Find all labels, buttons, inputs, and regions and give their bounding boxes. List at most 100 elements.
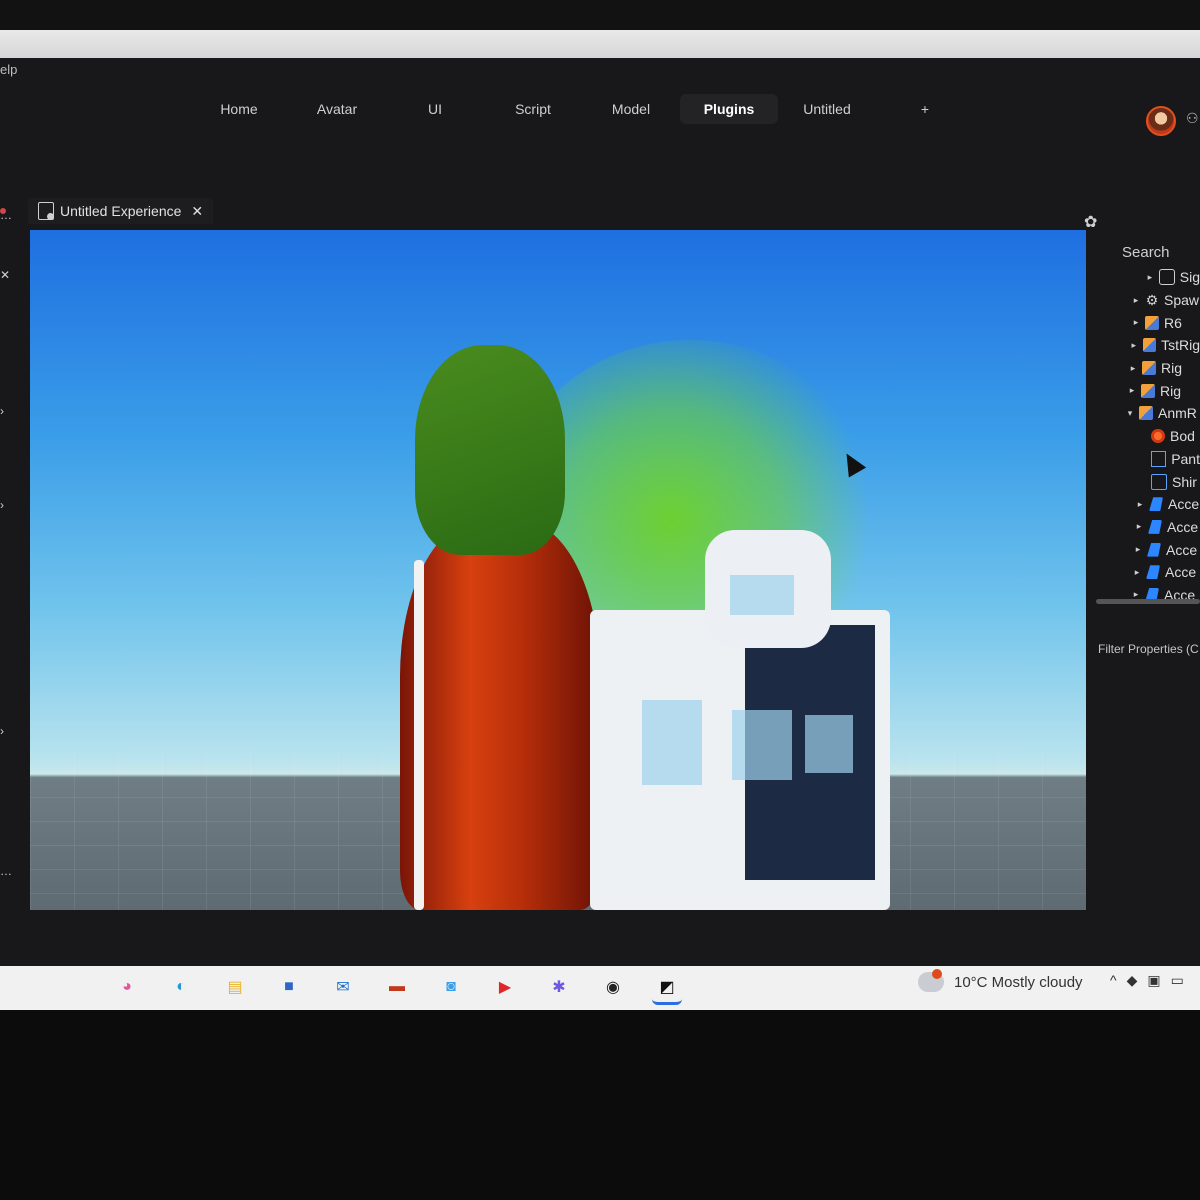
obs-icon[interactable]: ◉ bbox=[598, 972, 628, 1002]
gear-icon: ⚙ bbox=[1145, 292, 1159, 309]
rig-pocket bbox=[805, 715, 853, 773]
network-icon[interactable]: ▭ bbox=[1171, 972, 1184, 989]
tree-item[interactable]: ▸ Acce bbox=[1096, 516, 1200, 539]
tree-item-label: Spaw bbox=[1164, 292, 1200, 309]
add-tab-button[interactable]: + bbox=[876, 94, 974, 124]
chevron-right-icon[interactable]: ▸ bbox=[1132, 544, 1144, 555]
body-colors-icon bbox=[1151, 429, 1165, 444]
3d-viewport[interactable] bbox=[30, 230, 1086, 910]
tab-untitled[interactable]: Untitled bbox=[778, 94, 876, 124]
left-rail: … ✕ › › › … bbox=[0, 128, 20, 968]
tree-item-label: Acce bbox=[1166, 541, 1198, 558]
filter-properties-input[interactable]: Filter Properties (C bbox=[1098, 642, 1199, 656]
tree-item-label: Bod bbox=[1170, 428, 1195, 445]
tree-item[interactable]: ▸ R6 bbox=[1096, 311, 1200, 334]
user-avatar[interactable] bbox=[1146, 106, 1176, 136]
chevron-right-icon[interactable]: ▸ bbox=[1134, 499, 1146, 510]
tree-item-label: Acce bbox=[1165, 564, 1197, 581]
chevron-right-icon[interactable]: ▸ bbox=[1133, 521, 1145, 532]
copilot-icon[interactable]: ◕ bbox=[112, 972, 142, 1002]
tree-item[interactable]: ▸ Acce bbox=[1096, 538, 1200, 561]
roblox-studio-icon[interactable]: ◩ bbox=[652, 972, 682, 1005]
chevron-up-icon[interactable]: ^ bbox=[1110, 972, 1117, 989]
tree-item-label: Acce bbox=[1168, 496, 1200, 513]
edge-icon[interactable]: ◐ bbox=[166, 972, 196, 1002]
viewport-settings-icon[interactable]: ✿ bbox=[1084, 212, 1097, 232]
rig-face bbox=[730, 575, 794, 615]
close-tab-icon[interactable]: ✕ bbox=[191, 203, 203, 220]
rig-pocket bbox=[732, 710, 792, 780]
store-icon[interactable]: ■ bbox=[274, 972, 304, 1002]
accessory-icon bbox=[1147, 542, 1161, 557]
tree-item[interactable]: Shir bbox=[1096, 470, 1200, 493]
chevron-right-icon[interactable]: ▸ bbox=[1131, 567, 1143, 578]
tree-item[interactable]: ▸ ⚙ Spaw bbox=[1096, 289, 1200, 312]
monitor-bezel-bottom bbox=[0, 1010, 1200, 1200]
shirt-icon bbox=[1151, 473, 1167, 490]
tab-script[interactable]: Script bbox=[484, 94, 582, 124]
close-icon[interactable]: ✕ bbox=[0, 268, 10, 282]
file-explorer-icon[interactable]: ▤ bbox=[220, 972, 250, 1002]
document-tab[interactable]: Untitled Experience ✕ bbox=[28, 198, 214, 224]
chevron-right-icon[interactable]: › bbox=[0, 724, 4, 738]
ribbon-tabs: Home Avatar UI Script Model Plugins Unti… bbox=[190, 94, 974, 126]
ellipsis-icon[interactable]: … bbox=[0, 864, 12, 878]
tab-avatar[interactable]: Avatar bbox=[288, 94, 386, 124]
explorer-panel: Search ▸ Sig ▸ ⚙ Spaw ▸ R6 ▸ TstRig ▸ Ri… bbox=[1096, 230, 1200, 603]
accessory-icon bbox=[1149, 497, 1163, 512]
chevron-right-icon[interactable]: ▸ bbox=[1144, 272, 1156, 283]
youtube-icon[interactable]: ▶ bbox=[490, 972, 520, 1002]
tree-item[interactable]: ▸ Acce bbox=[1096, 561, 1200, 584]
rig-pocket bbox=[642, 700, 702, 785]
tree-item-label: Pant bbox=[1171, 450, 1200, 467]
explorer-search-label[interactable]: Search bbox=[1122, 244, 1170, 261]
explorer-scrollbar[interactable] bbox=[1096, 599, 1200, 604]
chat-icon[interactable]: ◙ bbox=[436, 972, 466, 1002]
tree-item-expanded[interactable]: ▾ AnmR bbox=[1096, 402, 1200, 425]
loop-icon[interactable]: ✱ bbox=[544, 972, 574, 1002]
system-tray: ^ ◆ ▣ ▭ bbox=[1110, 972, 1184, 989]
chevron-right-icon[interactable]: › bbox=[0, 498, 4, 512]
weather-widget[interactable]: 10°C Mostly cloudy bbox=[954, 974, 1083, 991]
collaborators-icon[interactable]: ⚇ bbox=[1186, 110, 1200, 128]
outlook-icon[interactable]: ✉ bbox=[328, 972, 358, 1002]
document-tab-title: Untitled Experience bbox=[60, 203, 182, 219]
tree-item-label: TstRig bbox=[1161, 337, 1200, 354]
tree-item-label: Sig bbox=[1179, 269, 1200, 286]
menu-help[interactable]: elp bbox=[0, 62, 17, 77]
chevron-right-icon[interactable]: ▸ bbox=[1130, 317, 1142, 328]
ellipsis-icon[interactable]: … bbox=[0, 208, 12, 222]
model-icon bbox=[1141, 383, 1155, 398]
chevron-down-icon[interactable]: ▾ bbox=[1124, 408, 1136, 419]
tree-item[interactable]: ▸ Sig bbox=[1096, 266, 1200, 289]
taskbar-apps: ◕ ◐ ▤ ■ ✉ ▬ ◙ ▶ ✱ ◉ ◩ bbox=[112, 972, 682, 1005]
chevron-right-icon[interactable]: ▸ bbox=[1126, 385, 1138, 396]
window-title-bar bbox=[0, 30, 1200, 58]
tray-app-icon[interactable]: ◆ bbox=[1127, 972, 1138, 989]
tree-item[interactable]: Bod bbox=[1096, 425, 1200, 448]
chevron-right-icon[interactable]: ▸ bbox=[1127, 363, 1139, 374]
tree-item[interactable]: ▸ Rig bbox=[1096, 379, 1200, 402]
tree-item[interactable]: Pant bbox=[1096, 448, 1200, 471]
chevron-right-icon[interactable]: › bbox=[0, 404, 4, 418]
tree-item[interactable]: ▸ Acce bbox=[1096, 493, 1200, 516]
model-icon bbox=[1139, 406, 1153, 421]
tab-model[interactable]: Model bbox=[582, 94, 680, 124]
monitor-bezel-top bbox=[0, 0, 1200, 30]
model-icon bbox=[1142, 361, 1156, 376]
tab-ui[interactable]: UI bbox=[386, 94, 484, 124]
tree-item[interactable]: ▸ TstRig bbox=[1096, 334, 1200, 357]
chevron-right-icon[interactable]: ▸ bbox=[1128, 340, 1140, 351]
model-icon bbox=[1145, 315, 1159, 330]
app-icon[interactable]: ▬ bbox=[382, 972, 412, 1002]
tree-item-label: R6 bbox=[1164, 314, 1182, 331]
accessory-icon bbox=[1146, 565, 1160, 580]
camera-icon[interactable]: ▣ bbox=[1147, 972, 1160, 989]
tab-home[interactable]: Home bbox=[190, 94, 288, 124]
accessory-icon bbox=[1148, 519, 1162, 534]
roblox-studio-window: elp Home Avatar UI Script Model Plugins … bbox=[0, 58, 1200, 968]
tree-item[interactable]: ▸ Rig bbox=[1096, 357, 1200, 380]
tab-plugins[interactable]: Plugins bbox=[680, 94, 778, 124]
chevron-right-icon[interactable]: ▸ bbox=[1130, 295, 1142, 306]
explorer-tree: ▸ Sig ▸ ⚙ Spaw ▸ R6 ▸ TstRig ▸ Rig ▸ Rig… bbox=[1096, 266, 1200, 606]
